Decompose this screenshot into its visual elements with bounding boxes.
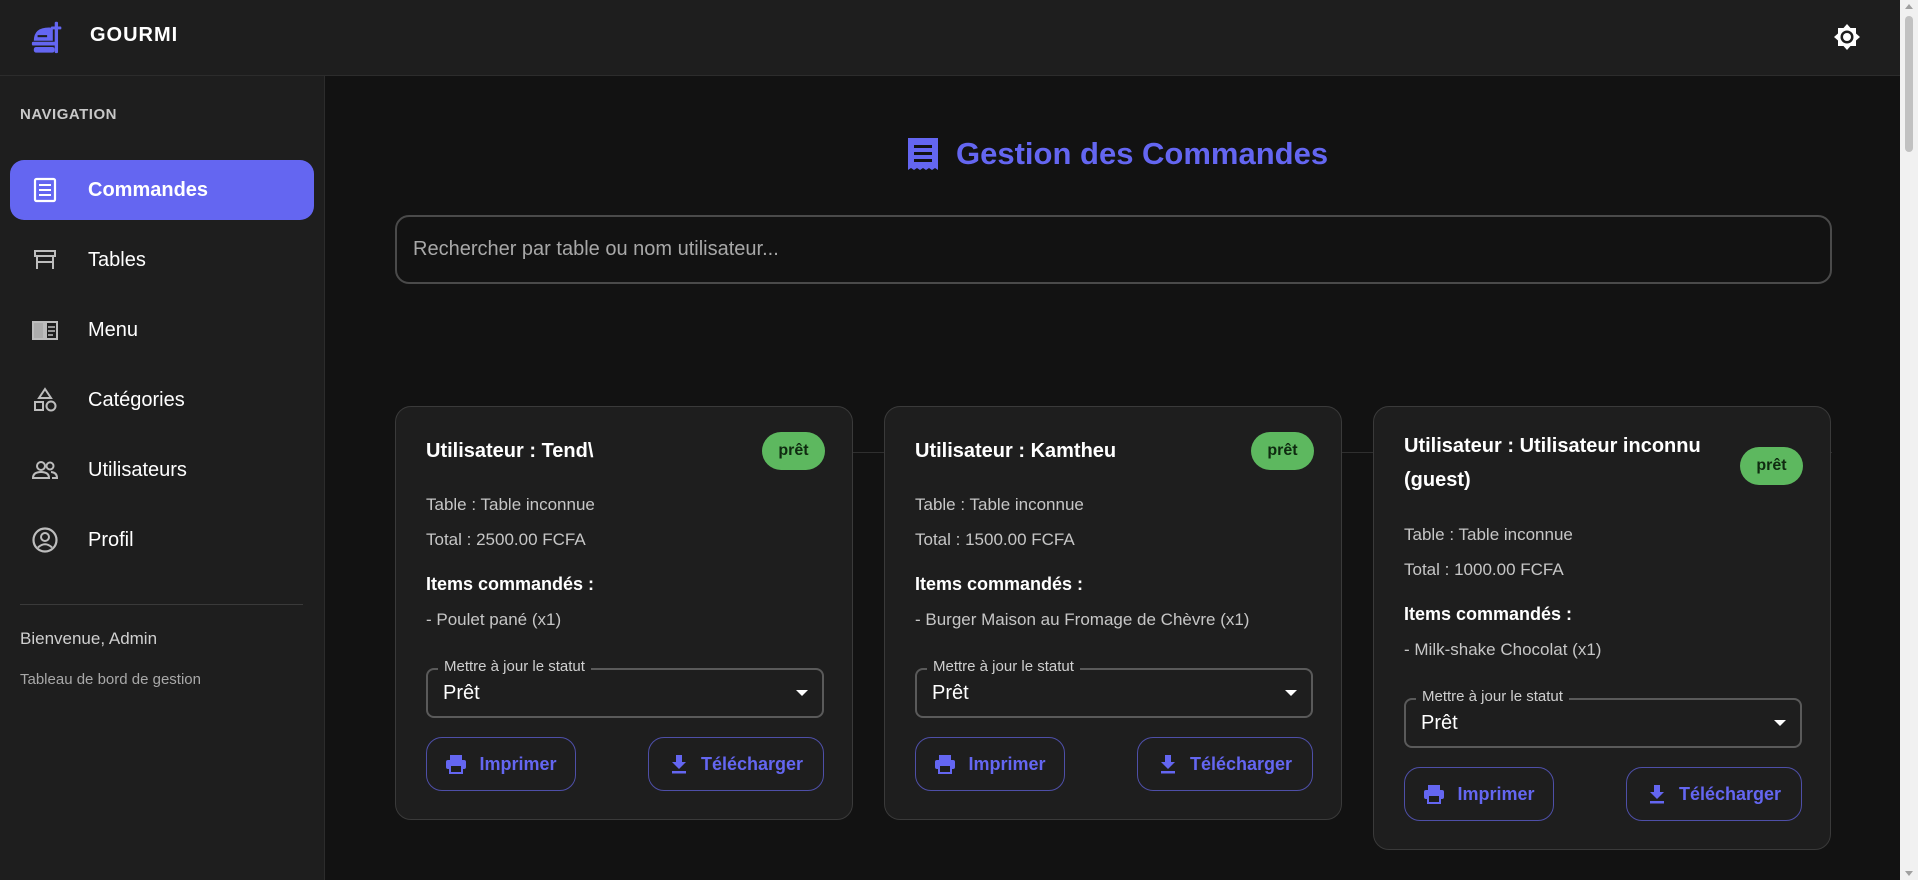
status-select[interactable]: Mettre à jour le statut Prêt	[1404, 688, 1802, 748]
order-user: Utilisateur : Kamtheu	[915, 440, 1117, 462]
download-icon	[1160, 755, 1175, 774]
order-table: Table : Table inconnue	[915, 495, 1084, 514]
sidebar-item-label: Menu	[88, 318, 139, 341]
sidebar-item-label: Profil	[88, 528, 134, 551]
search-input[interactable]	[395, 215, 1832, 284]
sidebar-item-label: Utilisateurs	[88, 458, 187, 481]
status-badge: prêt	[762, 432, 825, 470]
order-table: Table : Table inconnue	[1404, 525, 1573, 544]
order-item: - Poulet pané (x1)	[426, 610, 562, 629]
receipt-icon	[30, 175, 60, 205]
print-icon	[1424, 785, 1445, 804]
order-user: Utilisateur : Tend\	[426, 440, 594, 462]
page-title-text: Gestion des Commandes	[956, 136, 1329, 171]
items-title: Items commandés :	[1404, 604, 1573, 624]
status-badge: prêt	[1740, 447, 1803, 485]
order-total: Total : 1500.00 FCFA	[915, 530, 1075, 549]
dropdown-arrow-icon	[796, 690, 808, 696]
print-icon	[446, 755, 467, 774]
dropdown-arrow-icon	[1285, 690, 1297, 696]
print-icon	[935, 755, 956, 774]
sidebar-divider	[20, 604, 303, 605]
category-icon	[30, 385, 60, 415]
app-title: GOURMI	[90, 24, 179, 46]
status-select-value: Prêt	[932, 682, 969, 704]
download-icon	[671, 755, 686, 774]
account-circle-icon	[30, 525, 60, 555]
sidebar-item-profil[interactable]: Profil	[10, 510, 314, 570]
order-card: Utilisateur : Tend\ prêt Table : Table i…	[395, 406, 853, 820]
scrollbar-thumb[interactable]	[1905, 16, 1913, 152]
sidebar-item-label: Catégories	[88, 388, 185, 411]
order-table: Table : Table inconnue	[426, 495, 595, 514]
sidebar-item-utilisateurs[interactable]: Utilisateurs	[10, 440, 314, 500]
sidebar-item-commandes[interactable]: Commandes	[10, 160, 314, 220]
download-button[interactable]: Télécharger	[648, 737, 824, 791]
order-total: Total : 2500.00 FCFA	[426, 530, 586, 549]
status-select-label: Mettre à jour le statut	[438, 658, 591, 675]
dashboard-subtitle: Tableau de bord de gestion	[20, 671, 201, 688]
items-title: Items commandés :	[915, 574, 1084, 594]
print-button[interactable]: Imprimer	[426, 737, 576, 791]
scroll-up-icon[interactable]	[1905, 4, 1913, 9]
page-scrollbar[interactable]	[1900, 0, 1918, 880]
download-icon	[1649, 785, 1664, 804]
theme-toggle-button[interactable]	[1830, 20, 1864, 54]
menu-book-icon	[30, 315, 60, 345]
people-icon	[30, 455, 60, 485]
sidebar-item-tables[interactable]: Tables	[10, 230, 314, 290]
download-button[interactable]: Télécharger	[1626, 767, 1802, 821]
brightness-icon	[1834, 24, 1860, 50]
restaurant-logo-icon	[31, 21, 62, 54]
app-bar: GOURMI	[0, 0, 1900, 76]
page-title: Gestion des Commandes	[904, 135, 1328, 173]
download-button-label: Télécharger	[1189, 753, 1293, 774]
sidebar: NAVIGATION Commandes Tables Menu Catégor…	[0, 76, 325, 880]
order-card: Utilisateur : Utilisateur inconnu (guest…	[1373, 406, 1831, 850]
download-button-label: Télécharger	[700, 753, 804, 774]
status-badge: prêt	[1251, 432, 1314, 470]
status-select-value: Prêt	[1421, 712, 1458, 734]
download-button[interactable]: Télécharger	[1137, 737, 1313, 791]
main-content: Gestion des Commandes En cours Prêt Annu…	[326, 77, 1900, 880]
order-item: - Burger Maison au Fromage de Chèvre (x1…	[915, 610, 1250, 629]
receipt-icon	[908, 138, 938, 170]
order-total: Total : 1000.00 FCFA	[1404, 560, 1564, 579]
status-select-label: Mettre à jour le statut	[1416, 688, 1569, 705]
status-select-label: Mettre à jour le statut	[927, 658, 1080, 675]
print-button[interactable]: Imprimer	[1404, 767, 1554, 821]
sidebar-item-categories[interactable]: Catégories	[10, 370, 314, 430]
status-select-value: Prêt	[443, 682, 480, 704]
items-title: Items commandés :	[426, 574, 595, 594]
nav-heading: NAVIGATION	[20, 106, 117, 123]
status-select[interactable]: Mettre à jour le statut Prêt	[426, 658, 824, 718]
print-button-label: Imprimer	[1457, 783, 1535, 804]
order-card: Utilisateur : Kamtheu prêt Table : Table…	[884, 406, 1342, 820]
dropdown-arrow-icon	[1774, 720, 1786, 726]
status-select[interactable]: Mettre à jour le statut Prêt	[915, 658, 1313, 718]
print-button-label: Imprimer	[968, 753, 1046, 774]
sidebar-item-label: Tables	[88, 248, 146, 271]
print-button-label: Imprimer	[479, 753, 557, 774]
table-icon	[30, 245, 60, 275]
scroll-down-icon[interactable]	[1905, 871, 1913, 876]
order-user: Utilisateur : Utilisateur inconnu	[1404, 435, 1701, 457]
sidebar-item-menu[interactable]: Menu	[10, 300, 314, 360]
order-user: (guest)	[1404, 469, 1471, 491]
order-item: - Milk-shake Chocolat (x1)	[1404, 640, 1602, 659]
welcome-text: Bienvenue, Admin	[20, 629, 158, 648]
print-button[interactable]: Imprimer	[915, 737, 1065, 791]
download-button-label: Télécharger	[1678, 783, 1782, 804]
sidebar-item-label: Commandes	[88, 178, 209, 201]
